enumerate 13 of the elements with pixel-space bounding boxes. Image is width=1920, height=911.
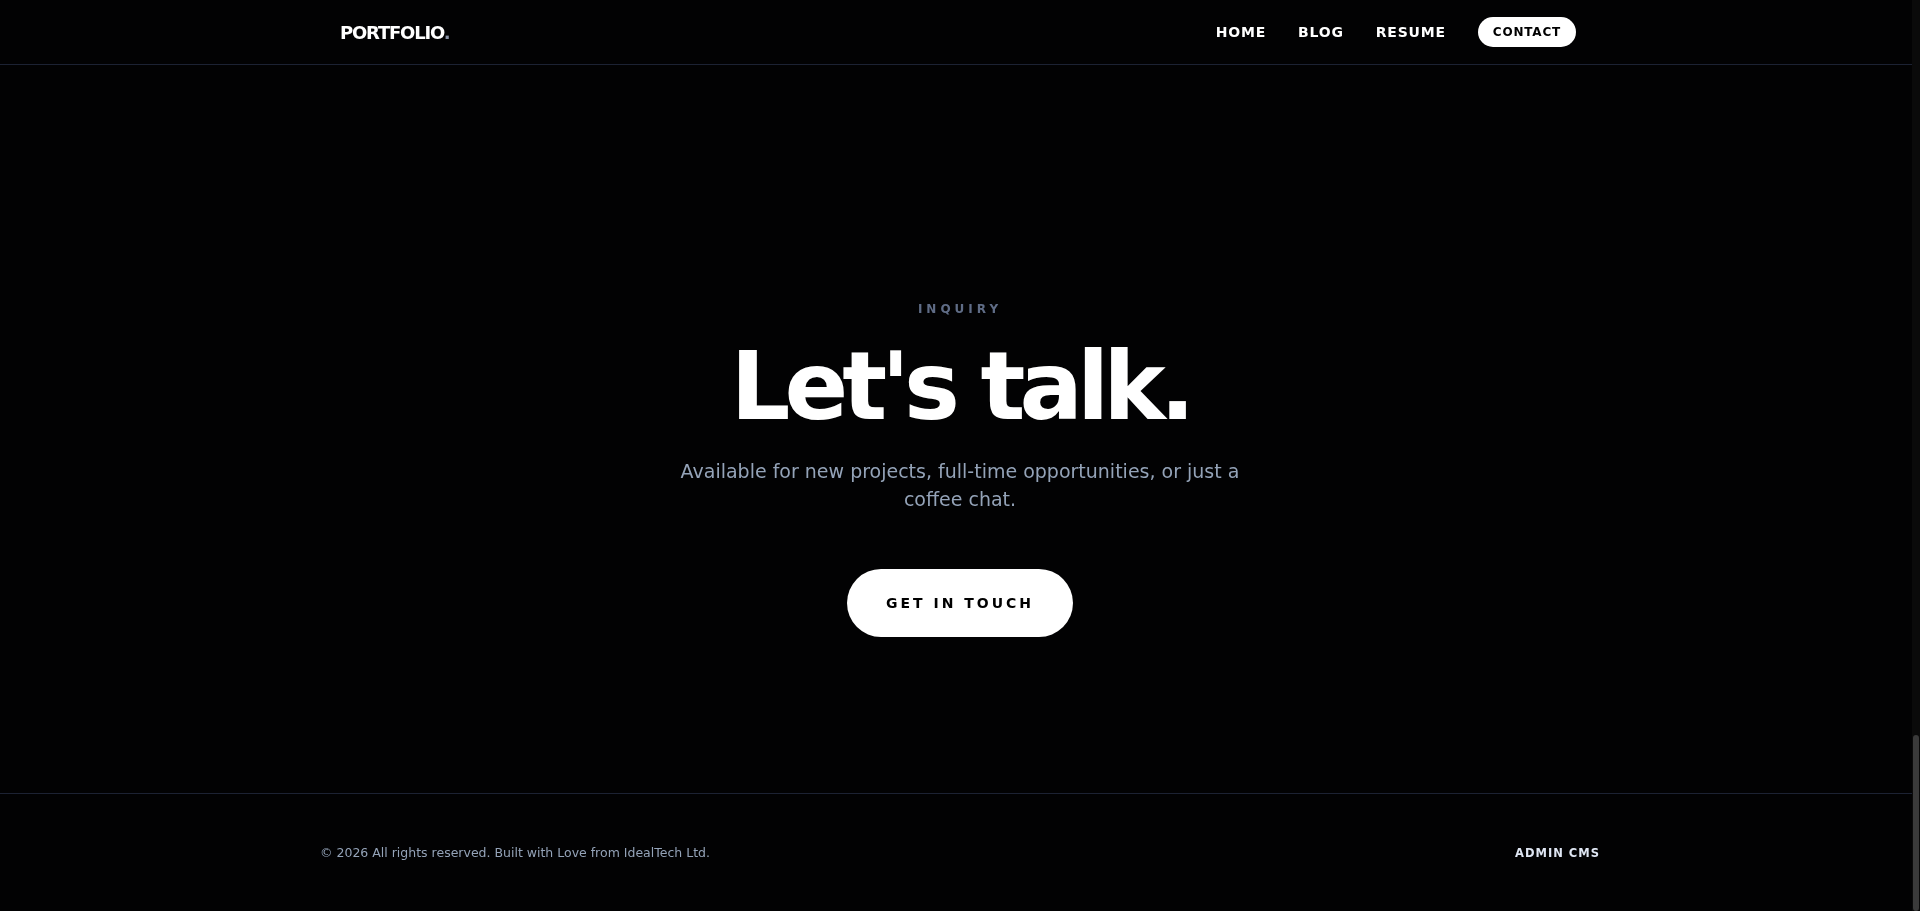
logo[interactable]: PORTFOLIO. [340, 21, 450, 43]
get-in-touch-button[interactable]: GET IN TOUCH [847, 568, 1073, 637]
scrollbar-thumb[interactable] [1913, 735, 1919, 911]
copyright-text: © 2026 All rights reserved. Built with Love from IdealTech Ltd. [320, 845, 710, 860]
nav-link[interactable]: HOME [1215, 24, 1267, 40]
headline: Let's talk. [730, 338, 1190, 437]
nav-link[interactable]: RESUME [1375, 24, 1446, 40]
contact-button[interactable]: CONTACT [1477, 17, 1576, 47]
section-label: INQUIRY [917, 302, 1003, 316]
hero-description: Available for new projects, full-time opportunities, or just a coffee chat. [680, 458, 1240, 512]
nav-link[interactable]: BLOG [1298, 24, 1344, 40]
admin-link[interactable]: ADMIN CMS [1515, 845, 1600, 860]
scrollbar[interactable] [1912, 0, 1920, 911]
